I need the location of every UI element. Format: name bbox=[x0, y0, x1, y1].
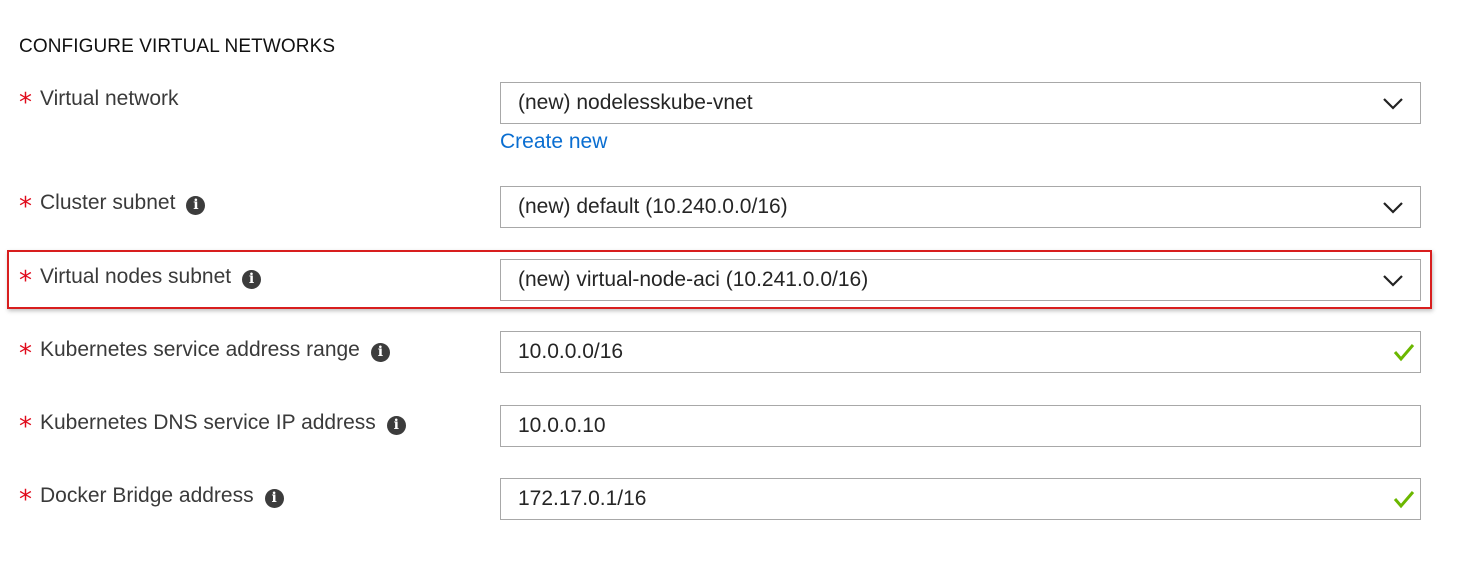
info-icon[interactable]: i bbox=[370, 342, 390, 362]
info-icon[interactable]: i bbox=[242, 269, 262, 289]
dns-service-ip-label: * Kubernetes DNS service IP address i bbox=[19, 410, 406, 440]
chevron-down-icon bbox=[1383, 98, 1403, 110]
cluster-subnet-dropdown[interactable]: (new) default (10.240.0.0/16) bbox=[500, 186, 1421, 228]
virtual-network-label-text: Virtual network bbox=[40, 87, 179, 110]
required-marker: * bbox=[19, 88, 32, 118]
required-marker: * bbox=[19, 412, 32, 442]
service-address-range-label-text: Kubernetes service address range bbox=[40, 338, 360, 361]
virtual-nodes-subnet-dropdown[interactable]: (new) virtual-node-aci (10.241.0.0/16) bbox=[500, 259, 1421, 301]
virtual-network-value: (new) nodelesskube-vnet bbox=[518, 91, 753, 114]
chevron-down-icon bbox=[1383, 275, 1403, 287]
chevron-down-icon bbox=[1383, 202, 1403, 214]
virtual-nodes-subnet-label: * Virtual nodes subnet i bbox=[19, 264, 262, 294]
service-address-range-label: * Kubernetes service address range i bbox=[19, 337, 390, 367]
docker-bridge-label-text: Docker Bridge address bbox=[40, 484, 254, 507]
docker-bridge-input[interactable]: 172.17.0.1/16 bbox=[500, 478, 1421, 520]
create-new-link[interactable]: Create new bbox=[500, 130, 607, 154]
dns-service-ip-label-text: Kubernetes DNS service IP address bbox=[40, 411, 376, 434]
section-title: CONFIGURE VIRTUAL NETWORKS bbox=[19, 36, 336, 57]
service-address-range-value: 10.0.0.0/16 bbox=[518, 340, 624, 363]
required-marker: * bbox=[19, 192, 32, 222]
info-icon[interactable]: i bbox=[186, 195, 206, 215]
info-icon[interactable]: i bbox=[386, 415, 406, 435]
required-marker: * bbox=[19, 266, 32, 296]
virtual-nodes-subnet-label-text: Virtual nodes subnet bbox=[40, 265, 232, 288]
docker-bridge-label: * Docker Bridge address i bbox=[19, 483, 284, 513]
dns-service-ip-input[interactable]: 10.0.0.10 bbox=[500, 405, 1421, 447]
dns-service-ip-value: 10.0.0.10 bbox=[518, 414, 606, 437]
virtual-network-label: * Virtual network bbox=[19, 86, 179, 116]
required-marker: * bbox=[19, 485, 32, 515]
virtual-network-dropdown[interactable]: (new) nodelesskube-vnet bbox=[500, 82, 1421, 124]
required-marker: * bbox=[19, 339, 32, 369]
cluster-subnet-label-text: Cluster subnet bbox=[40, 191, 176, 214]
service-address-range-input[interactable]: 10.0.0.0/16 bbox=[500, 331, 1421, 373]
info-icon[interactable]: i bbox=[264, 488, 284, 508]
checkmark-icon bbox=[1393, 344, 1415, 362]
checkmark-icon bbox=[1393, 491, 1415, 509]
cluster-subnet-label: * Cluster subnet i bbox=[19, 190, 206, 220]
cluster-subnet-value: (new) default (10.240.0.0/16) bbox=[518, 195, 788, 218]
docker-bridge-value: 172.17.0.1/16 bbox=[518, 487, 647, 510]
virtual-nodes-subnet-value: (new) virtual-node-aci (10.241.0.0/16) bbox=[518, 268, 869, 291]
